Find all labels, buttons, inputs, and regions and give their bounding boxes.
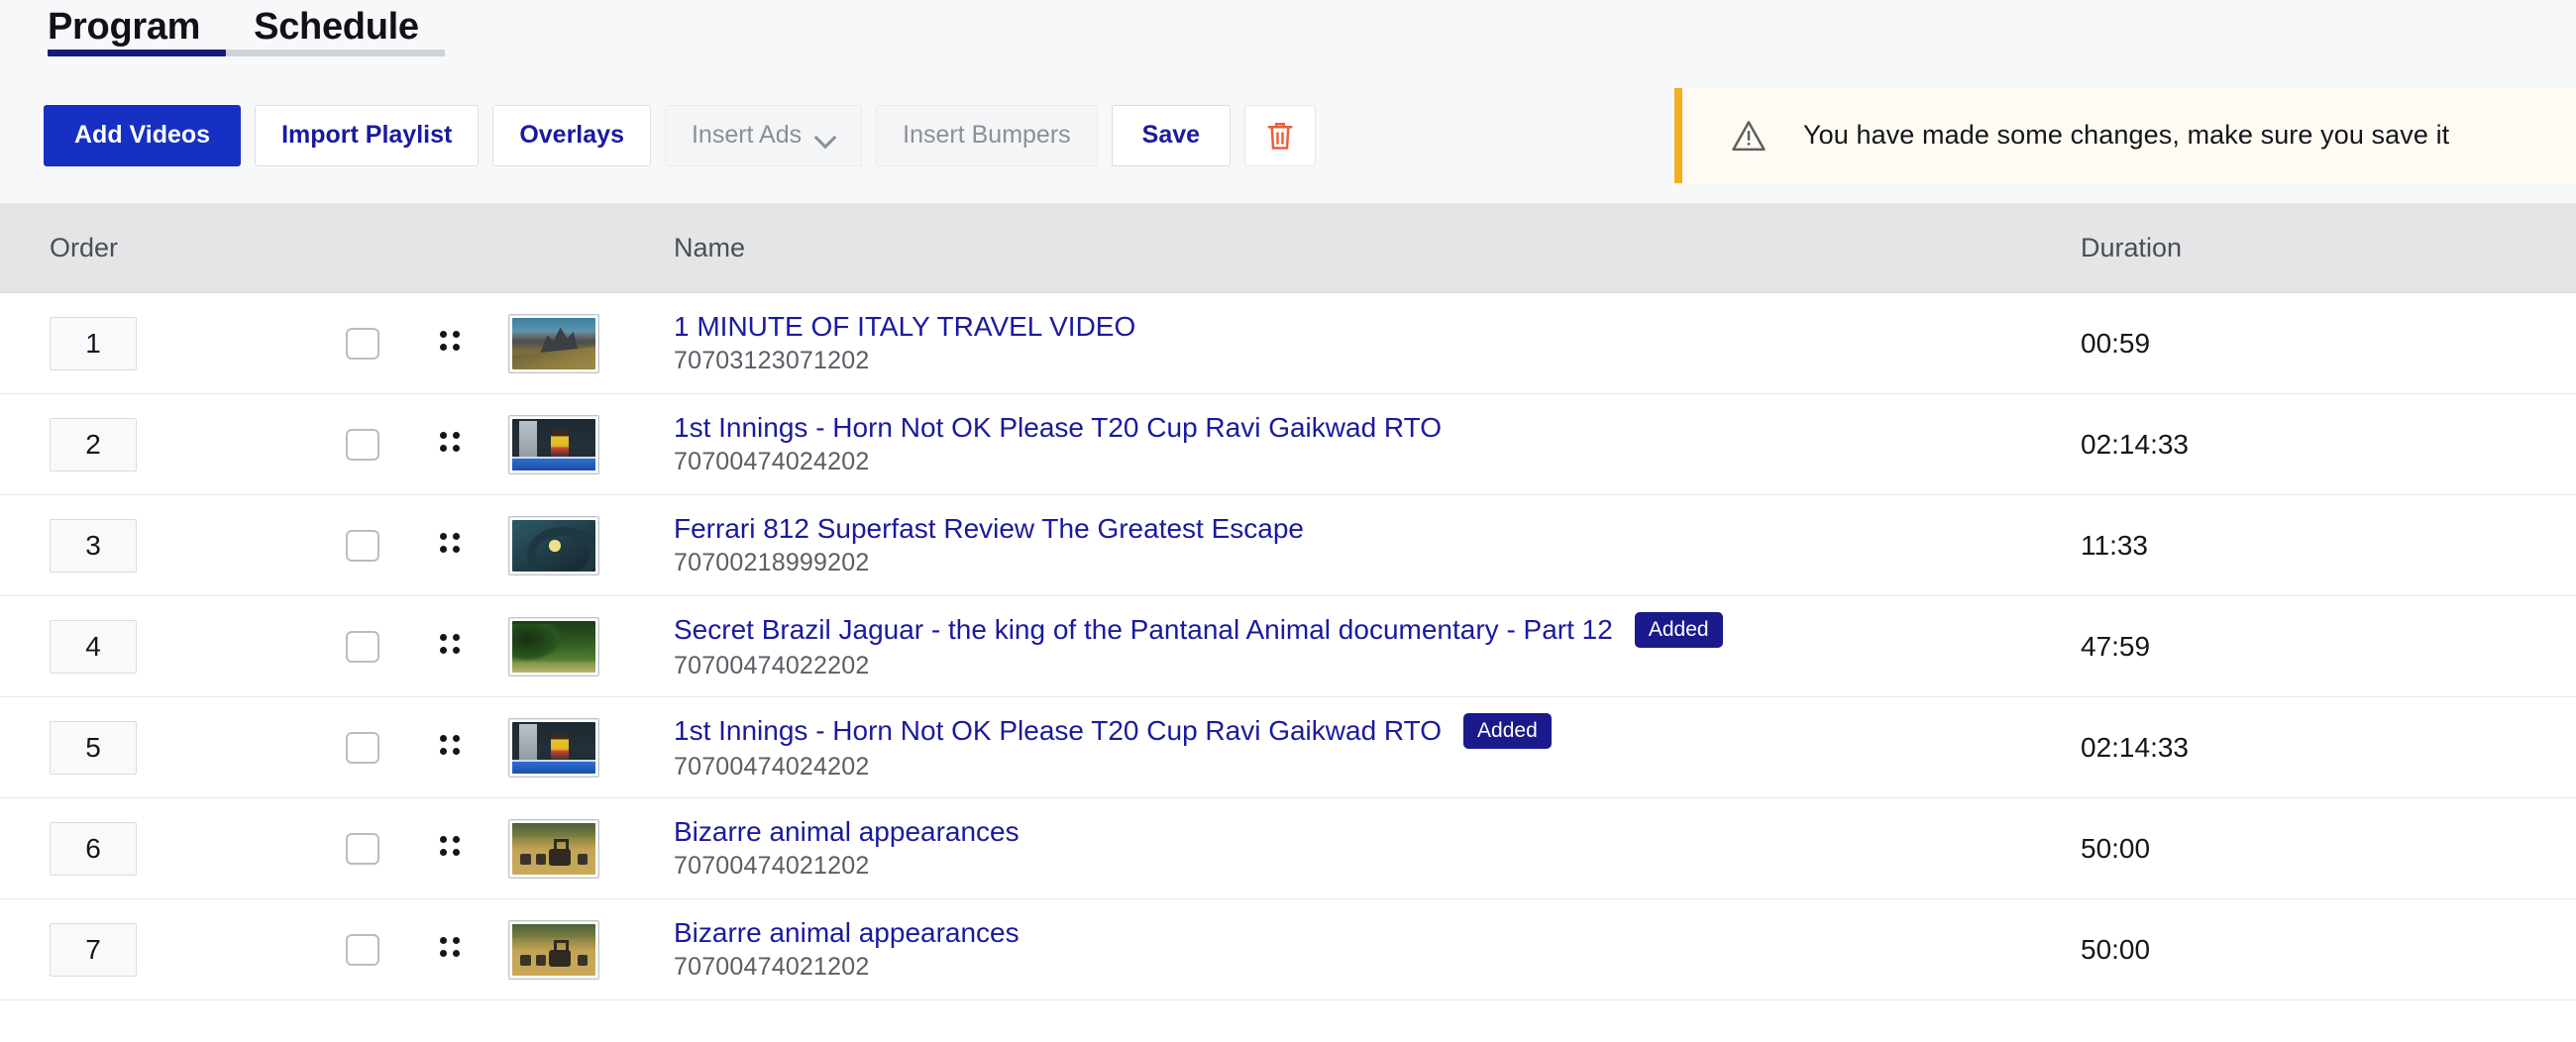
- save-button[interactable]: Save: [1111, 104, 1232, 166]
- video-title-link[interactable]: Bizarre animal appearances: [674, 816, 1020, 848]
- video-id: 70700474021202: [674, 953, 870, 981]
- row-checkbox[interactable]: [346, 630, 379, 663]
- video-id: 70700474021202: [674, 852, 870, 880]
- video-thumbnail: [508, 818, 599, 879]
- video-title-link[interactable]: 1 MINUTE OF ITALY TRAVEL VIDEO: [674, 311, 1135, 343]
- video-duration: 00:59: [2081, 327, 2151, 359]
- column-header-name: Name: [674, 233, 746, 262]
- video-thumbnail: [508, 414, 599, 474]
- video-title-link[interactable]: 1st Innings - Horn Not OK Please T20 Cup…: [674, 412, 1442, 444]
- row-checkbox[interactable]: [346, 832, 379, 865]
- column-header-order: Order: [50, 233, 119, 262]
- order-input[interactable]: 6: [50, 821, 137, 876]
- order-input[interactable]: 4: [50, 619, 137, 674]
- table-row[interactable]: 1 1 MINUTE OF ITALY TRAVEL VIDEO 707031230…: [0, 293, 2576, 394]
- status-badge: Added: [1463, 713, 1552, 749]
- warning-triangle-icon: [1730, 119, 1768, 153]
- video-duration: 50:00: [2081, 933, 2151, 965]
- chevron-down-icon: [815, 130, 835, 142]
- drag-handle-icon[interactable]: [440, 835, 464, 862]
- tab-bar: Program Schedule: [0, 0, 2576, 67]
- video-duration: 11:33: [2081, 529, 2148, 561]
- table-row[interactable]: 2 1st Innings - Horn Not OK Please T20 Cu…: [0, 394, 2576, 495]
- tab-schedule-label: Schedule: [254, 6, 419, 48]
- insert-ads-button[interactable]: Insert Ads: [664, 104, 863, 166]
- delete-button[interactable]: [1244, 104, 1317, 166]
- drag-handle-icon[interactable]: [440, 936, 464, 963]
- insert-bumpers-button[interactable]: Insert Bumpers: [876, 104, 1098, 166]
- status-badge: Added: [1634, 612, 1723, 648]
- video-duration: 02:14:33: [2081, 731, 2189, 763]
- video-thumbnail: [508, 313, 599, 373]
- tab-program-label: Program: [48, 6, 201, 48]
- drag-handle-icon[interactable]: [440, 633, 464, 660]
- order-input[interactable]: 2: [50, 417, 137, 471]
- order-input[interactable]: 1: [50, 316, 137, 370]
- order-input[interactable]: 5: [50, 720, 137, 775]
- table-row[interactable]: 6 Bizarre animal appearances 7070047402120…: [0, 798, 2576, 899]
- add-videos-button[interactable]: Add Videos: [44, 104, 242, 166]
- unsaved-changes-alert: You have made some changes, make sure yo…: [1674, 87, 2576, 183]
- video-duration: 50:00: [2081, 832, 2151, 864]
- video-duration: 47:59: [2081, 630, 2151, 662]
- video-title-link[interactable]: 1st Innings - Horn Not OK Please T20 Cup…: [674, 715, 1442, 747]
- video-title-link[interactable]: Secret Brazil Jaguar - the king of the P…: [674, 614, 1613, 646]
- row-checkbox[interactable]: [346, 327, 379, 360]
- table-row[interactable]: 4 Secret Brazil Jaguar - the king of the …: [0, 596, 2576, 697]
- row-checkbox[interactable]: [346, 529, 379, 562]
- row-checkbox[interactable]: [346, 933, 379, 966]
- drag-handle-icon[interactable]: [440, 330, 464, 357]
- video-thumbnail: [508, 616, 599, 677]
- toolbar-button-group: Add Videos Import Playlist Overlays Inse…: [44, 104, 1317, 166]
- video-duration: 02:14:33: [2081, 428, 2189, 460]
- video-title-link[interactable]: Ferrari 812 Superfast Review The Greates…: [674, 513, 1304, 545]
- drag-handle-icon[interactable]: [440, 431, 464, 458]
- program-table: Order Name Duration 1 1 MINUTE OF ITALY T…: [0, 204, 2576, 1042]
- tab-schedule-underline: [226, 50, 445, 56]
- video-thumbnail: [508, 919, 599, 980]
- tab-program[interactable]: Program: [48, 0, 227, 56]
- video-id: 70700474022202: [674, 652, 870, 679]
- video-id: 70700218999202: [674, 549, 870, 576]
- row-checkbox[interactable]: [346, 428, 379, 461]
- table-row[interactable]: [0, 1000, 2576, 1042]
- order-input[interactable]: 7: [50, 922, 137, 977]
- table-header-row: Order Name Duration: [0, 204, 2576, 293]
- drag-handle-icon[interactable]: [440, 734, 464, 761]
- video-id: 70700474024202: [674, 753, 870, 781]
- row-checkbox[interactable]: [346, 731, 379, 764]
- video-thumbnail: [508, 717, 599, 778]
- column-header-duration: Duration: [2081, 233, 2183, 262]
- table-row[interactable]: 7 Bizarre animal appearances 7070047402120…: [0, 899, 2576, 1000]
- video-title-link[interactable]: Bizarre animal appearances: [674, 917, 1020, 949]
- alert-message: You have made some changes, make sure yo…: [1803, 120, 2450, 150]
- order-input[interactable]: 3: [50, 518, 137, 573]
- trash-icon: [1265, 119, 1295, 153]
- table-row[interactable]: 3 Ferrari 812 Superfast Review The Greate…: [0, 495, 2576, 596]
- video-id: 70700474024202: [674, 448, 870, 475]
- tab-schedule[interactable]: Schedule: [226, 0, 445, 56]
- insert-ads-label: Insert Ads: [691, 121, 803, 149]
- video-id: 70703123071202: [674, 347, 870, 374]
- toolbar: Add Videos Import Playlist Overlays Inse…: [0, 67, 2576, 204]
- drag-handle-icon[interactable]: [440, 532, 464, 559]
- overlays-button[interactable]: Overlays: [492, 104, 651, 166]
- table-body: 1 1 MINUTE OF ITALY TRAVEL VIDEO 707031230…: [0, 293, 2576, 1042]
- table-row[interactable]: 5 1st Innings - Horn Not OK Please T20 Cu…: [0, 697, 2576, 798]
- import-playlist-button[interactable]: Import Playlist: [255, 104, 480, 166]
- tab-program-underline: [48, 50, 227, 56]
- video-thumbnail: [508, 515, 599, 575]
